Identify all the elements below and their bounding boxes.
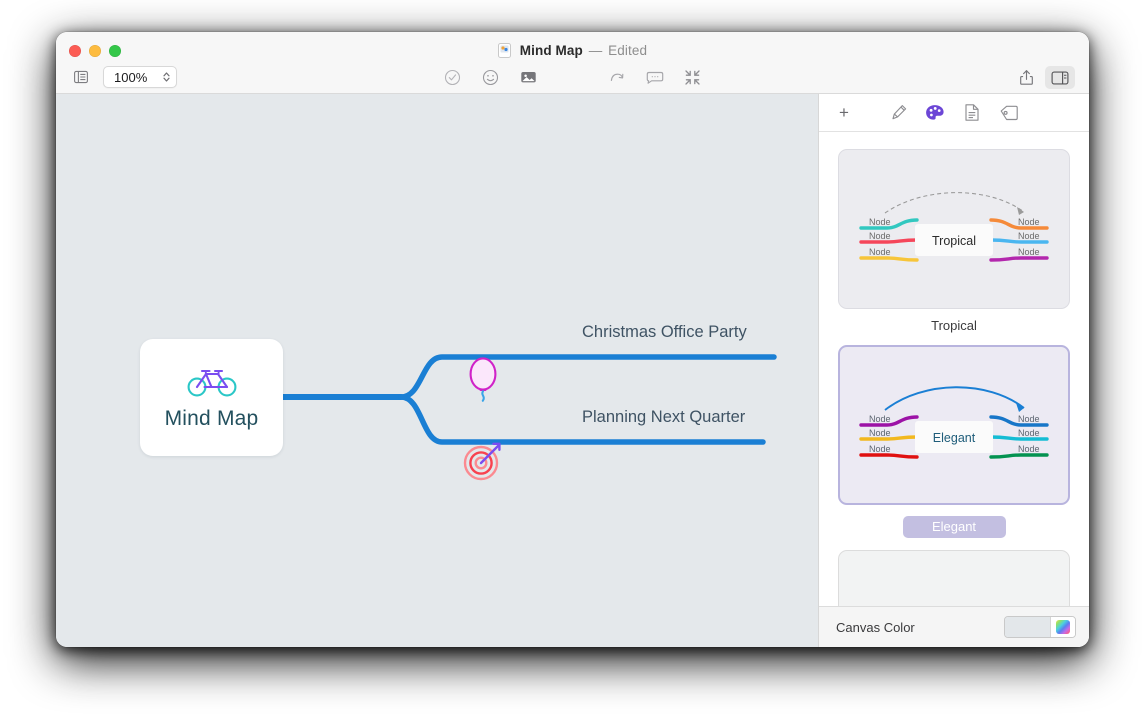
theme-tab[interactable] (924, 102, 946, 124)
theme-preview-svg (839, 551, 1069, 606)
inspector-toggle-icon[interactable] (1045, 66, 1075, 89)
comment-icon[interactable] (644, 66, 666, 88)
svg-text:Elegant: Elegant (933, 431, 976, 445)
sticker-icon[interactable] (480, 66, 502, 88)
canvas-color-well[interactable] (1004, 616, 1076, 638)
task-check-icon[interactable] (442, 66, 464, 88)
document-title: Mind Map — Edited (56, 43, 1089, 58)
title-dash: — (589, 43, 603, 58)
document-title-text: Mind Map (520, 43, 583, 58)
svg-text:Node: Node (869, 414, 891, 424)
svg-text:Node: Node (1018, 247, 1040, 257)
svg-text:Node: Node (869, 428, 891, 438)
bicycle-icon (186, 364, 238, 403)
theme-caption-elegant: Elegant (903, 516, 1006, 538)
color-picker-button[interactable] (1050, 617, 1075, 637)
screenshot-root: Mind Map — Edited (0, 0, 1145, 721)
document-tab[interactable] (961, 102, 983, 124)
share-icon[interactable] (1015, 67, 1037, 89)
window-body: Mind Map (56, 94, 1089, 647)
svg-text:Node: Node (1018, 217, 1040, 227)
branch-label-2[interactable]: Planning Next Quarter (582, 408, 745, 427)
theme-preview-tropical[interactable]: Tropical Node Node Node Node Node Node (838, 149, 1070, 309)
balloon-icon (465, 355, 501, 412)
canvas-color-row: Canvas Color (819, 606, 1089, 647)
theme-preview-svg: Tropical Node Node Node Node Node Node (839, 150, 1069, 308)
theme-item-partial[interactable] (838, 550, 1070, 606)
style-tab[interactable] (887, 102, 909, 124)
color-wheel-icon (1056, 620, 1070, 634)
target-dart-icon (460, 436, 508, 489)
theme-item-elegant[interactable]: Elegant Node Node Node Node Node Node El… (838, 345, 1070, 538)
window-titlebar: Mind Map — Edited (56, 32, 1089, 94)
svg-text:Tropical: Tropical (932, 234, 976, 248)
theme-preview-svg: Elegant Node Node Node Node Node Node (840, 347, 1068, 503)
canvas-color-swatch[interactable] (1005, 617, 1050, 637)
svg-text:Node: Node (1018, 444, 1040, 454)
theme-list[interactable]: Tropical Node Node Node Node Node Node T… (819, 132, 1089, 606)
svg-text:Node: Node (869, 231, 891, 241)
document-file-icon (498, 43, 511, 58)
add-button[interactable]: + (831, 100, 857, 126)
theme-caption-tropical: Tropical (838, 318, 1070, 333)
svg-text:Node: Node (1018, 428, 1040, 438)
theme-preview-partial[interactable] (838, 550, 1070, 606)
toolbar: 100% (56, 66, 1089, 94)
root-node-label: Mind Map (165, 407, 259, 431)
media-icon[interactable] (518, 66, 540, 88)
toolbar-center-group (56, 66, 1089, 88)
svg-text:Node: Node (869, 217, 891, 227)
tags-tab[interactable] (998, 102, 1020, 124)
app-window: Mind Map — Edited (56, 32, 1089, 647)
theme-item-tropical[interactable]: Tropical Node Node Node Node Node Node T… (838, 149, 1070, 333)
branch-label-1[interactable]: Christmas Office Party (582, 323, 747, 342)
document-status: Edited (608, 43, 647, 58)
svg-text:Node: Node (1018, 231, 1040, 241)
toolbar-right-group (1015, 66, 1075, 89)
root-node[interactable]: Mind Map (140, 339, 283, 456)
focus-icon[interactable] (682, 66, 704, 88)
svg-text:Node: Node (869, 247, 891, 257)
redo-icon[interactable] (606, 66, 628, 88)
svg-text:Node: Node (1018, 414, 1040, 424)
mindmap-canvas[interactable]: Mind Map (56, 94, 818, 647)
theme-preview-elegant[interactable]: Elegant Node Node Node Node Node Node (838, 345, 1070, 505)
inspector-tabbar: + (819, 94, 1089, 132)
inspector-tab-group (887, 102, 1020, 124)
canvas-color-label: Canvas Color (836, 620, 915, 635)
svg-text:Node: Node (869, 444, 891, 454)
inspector-sidebar: + (818, 94, 1089, 647)
